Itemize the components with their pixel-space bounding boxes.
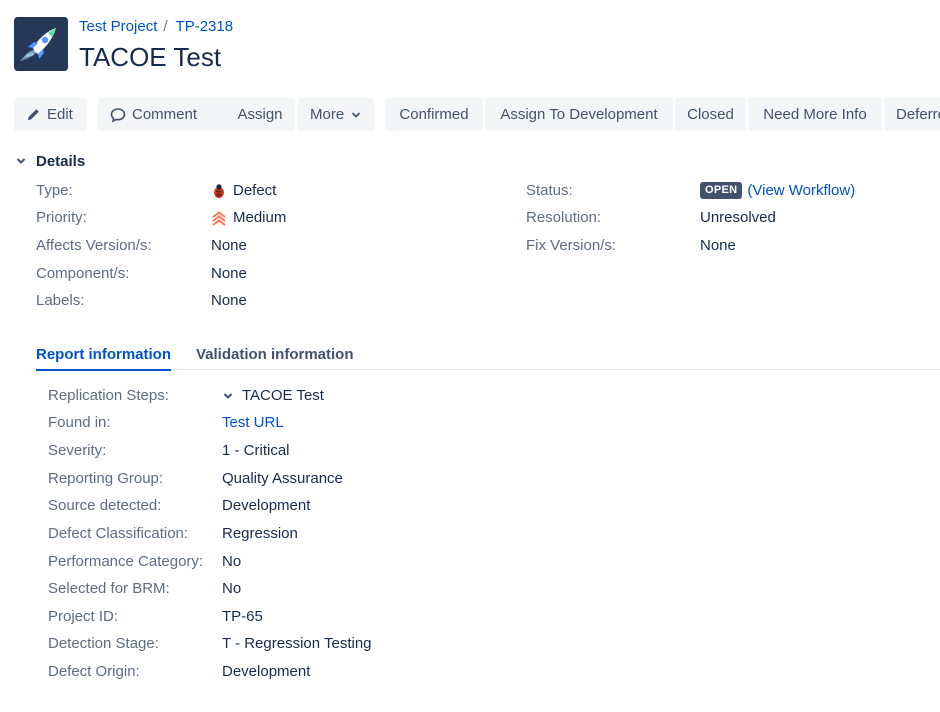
fix-version-label: Fix Version/s: (526, 237, 617, 254)
selected-for-brm-value: No (222, 580, 242, 597)
found-in-label: Found in: (48, 414, 111, 431)
issue-toolbar: Edit Comment Assign More Confirmed Assig… (14, 98, 940, 132)
bug-icon (214, 183, 224, 198)
project-id-label: Project ID: (48, 608, 119, 625)
performance-category-value: No (222, 553, 242, 570)
status-badge: OPEN (700, 182, 743, 199)
need-more-info-button-label: Need More Info (763, 106, 867, 123)
severity-label: Severity: (48, 442, 107, 459)
defect-classification-label: Defect Classification: (48, 525, 189, 542)
detection-stage-value: T - Regression Testing (222, 635, 372, 652)
chevron-down-icon (14, 154, 28, 168)
breadcrumb-issue-key-link[interactable]: TP-2318 (176, 18, 234, 35)
view-workflow-link[interactable]: View Workflow (752, 182, 850, 199)
type-value: Defect (211, 182, 276, 199)
replication-steps-label: Replication Steps: (48, 387, 169, 404)
source-detected-label: Source detected: (48, 497, 162, 514)
detection-stage-label: Detection Stage: (48, 635, 159, 652)
comment-button[interactable]: Comment (98, 98, 229, 131)
priority-value: Medium (211, 209, 286, 226)
assign-to-development-button-label: Assign To Development (500, 106, 658, 123)
project-avatar[interactable] (14, 17, 68, 71)
defect-origin-value: Development (222, 663, 311, 680)
fix-version-value: None (700, 237, 736, 254)
pencil-icon (27, 109, 39, 121)
assign-button[interactable]: Assign (225, 98, 295, 131)
issue-title[interactable]: TACOE Test (79, 42, 221, 73)
affects-version-value: None (211, 237, 247, 254)
info-tabs: Report information Validation informatio… (36, 340, 940, 371)
replication-steps-text: TACOE Test (242, 387, 324, 404)
component-label: Component/s: (36, 265, 130, 282)
chevron-down-icon (352, 111, 361, 118)
labels-value: None (211, 292, 247, 309)
breadcrumb: Test Project / TP-2318 (79, 18, 233, 35)
comment-button-label: Comment (132, 106, 198, 123)
severity-value: 1 - Critical (222, 442, 290, 459)
performance-category-label: Performance Category: (48, 553, 204, 570)
need-more-info-button[interactable]: Need More Info (748, 98, 882, 131)
priority-medium-icon (212, 210, 226, 226)
status-value: OPEN (View Workflow) (700, 182, 855, 199)
project-id-value: TP-65 (222, 608, 263, 625)
deferred-button-label: Deferred (896, 106, 940, 123)
breadcrumb-separator: / (163, 18, 168, 35)
type-label: Type: (36, 182, 73, 199)
component-value: None (211, 265, 247, 282)
assign-button-label: Assign (237, 106, 283, 123)
more-button-label: More (310, 106, 345, 123)
comment-bubble-icon (110, 107, 126, 122)
found-in-link[interactable]: Test URL (222, 414, 284, 431)
resolution-label: Resolution: (526, 209, 602, 226)
resolution-value: Unresolved (700, 209, 776, 226)
tab-validation-information[interactable]: Validation information (196, 346, 354, 369)
source-detected-value: Development (222, 497, 311, 514)
more-button[interactable]: More (298, 98, 374, 131)
affects-version-label: Affects Version/s: (36, 237, 152, 254)
status-label: Status: (526, 182, 573, 199)
view-workflow-paren-close: ) (850, 182, 856, 199)
edit-button[interactable]: Edit (14, 98, 87, 131)
breadcrumb-project-link[interactable]: Test Project (79, 18, 157, 35)
type-value-text: Defect (233, 182, 277, 199)
chevron-down-icon (223, 392, 233, 399)
replication-steps-value[interactable]: TACOE Test (222, 387, 324, 404)
confirmed-button-label: Confirmed (399, 106, 469, 123)
details-heading: Details (36, 152, 86, 170)
confirmed-button[interactable]: Confirmed (385, 98, 483, 131)
priority-label: Priority: (36, 209, 87, 226)
rocket-icon (14, 17, 68, 71)
closed-button-label: Closed (687, 106, 734, 123)
reporting-group-label: Reporting Group: (48, 470, 164, 487)
deferred-button[interactable]: Deferred (884, 98, 940, 131)
assign-to-development-button[interactable]: Assign To Development (485, 98, 673, 131)
details-section-toggle[interactable]: Details (14, 150, 85, 172)
defect-origin-label: Defect Origin: (48, 663, 140, 680)
labels-label: Labels: (36, 292, 85, 309)
tab-report-information[interactable]: Report information (36, 346, 171, 371)
edit-button-label: Edit (47, 106, 73, 123)
selected-for-brm-label: Selected for BRM: (48, 580, 170, 597)
priority-value-text: Medium (233, 209, 287, 226)
reporting-group-value: Quality Assurance (222, 470, 343, 487)
defect-classification-value: Regression (222, 525, 298, 542)
closed-button[interactable]: Closed (675, 98, 746, 131)
